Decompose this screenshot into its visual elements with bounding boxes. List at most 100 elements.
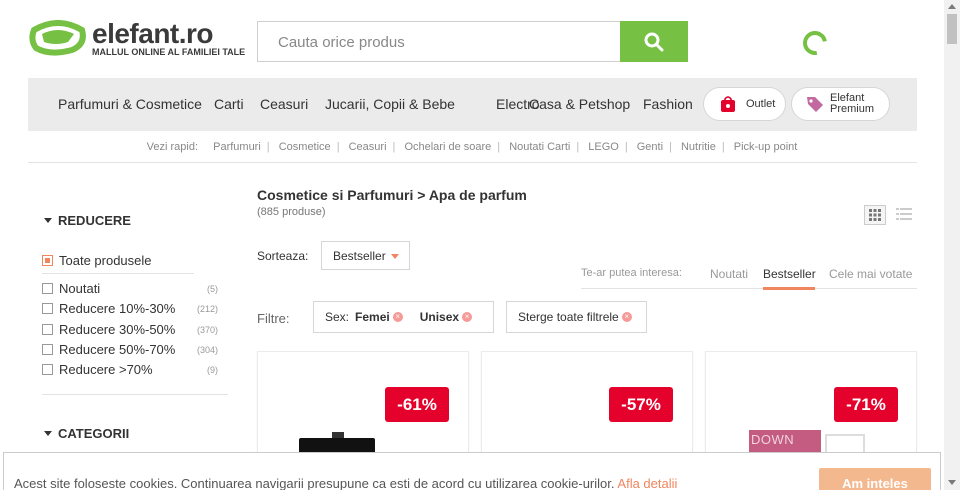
- discount-badge: -71%: [834, 387, 898, 422]
- filter-count: (212): [196, 303, 218, 314]
- scrollbar[interactable]: [944, 0, 960, 490]
- active-tab-indicator: [763, 287, 815, 290]
- quick-link[interactable]: Noutati Carti: [509, 141, 570, 153]
- quick-links-label: Vezi rapid:: [146, 141, 199, 153]
- grid-view-button[interactable]: [864, 205, 886, 225]
- elephant-logo-icon: [29, 20, 86, 56]
- quick-link[interactable]: Cosmetice: [279, 141, 331, 153]
- discount-badge: -57%: [609, 387, 673, 422]
- cookie-accept-button[interactable]: Am inteles: [819, 468, 931, 490]
- all-products-label: Toate produsele: [59, 253, 152, 268]
- sex-value-unisex: Unisex: [419, 310, 460, 324]
- filter-reducere-50-70[interactable]: Reducere 50%-70% (304): [42, 342, 218, 357]
- nav-item-casa[interactable]: Casa & Petshop: [529, 96, 630, 112]
- quick-link[interactable]: Nutritie: [681, 141, 716, 153]
- list-view-button[interactable]: [896, 207, 912, 223]
- checkbox-icon[interactable]: [42, 303, 53, 314]
- search-input[interactable]: Cauta orice produs: [257, 21, 620, 62]
- filter-count: (5): [207, 283, 218, 294]
- logo-text: elefant.ro: [92, 18, 214, 49]
- quick-links: Vezi rapid: Parfumuri | Cosmetice | Ceasur…: [146, 141, 798, 153]
- filter-count: (370): [196, 324, 218, 335]
- outlet-button[interactable]: Outlet: [703, 87, 786, 121]
- breadcrumb[interactable]: Cosmetice si Parfumuri > Apa de parfum: [257, 187, 527, 203]
- main-nav: Parfumuri & Cosmetice Carti Ceasuri Juca…: [28, 78, 917, 131]
- filter-label: Reducere 30%-50%: [59, 322, 176, 337]
- quick-link[interactable]: Ochelari de soare: [404, 141, 491, 153]
- filter-noutati[interactable]: Noutati (5): [42, 281, 218, 296]
- nav-item-parfumuri[interactable]: Parfumuri & Cosmetice: [58, 96, 202, 112]
- cookie-message: Acest site foloseste cookies. Continuare…: [14, 476, 615, 490]
- list-icon: [896, 208, 912, 220]
- tabs-divider: [581, 288, 917, 289]
- reducere-title: REDUCERE: [58, 213, 131, 228]
- filter-label: Reducere >70%: [59, 362, 153, 377]
- tab-cele-mai-votate[interactable]: Cele mai votate: [829, 267, 912, 281]
- remove-filter-icon[interactable]: ×: [462, 312, 473, 322]
- quick-link[interactable]: Parfumuri: [213, 141, 261, 153]
- filter-reducere-10-30[interactable]: Reducere 10%-30% (212): [42, 301, 218, 316]
- quick-link[interactable]: Genti: [637, 141, 663, 153]
- sex-filter-chip: Sex: Femei × Unisex ×: [313, 301, 494, 333]
- search-icon: [644, 32, 664, 51]
- nav-item-fashion[interactable]: Fashion: [643, 96, 693, 112]
- quick-link[interactable]: Pick-up point: [734, 141, 798, 153]
- filter-reducere-70[interactable]: Reducere >70% (9): [42, 362, 218, 377]
- cookie-banner: Acest site foloseste cookies. Continuare…: [3, 452, 941, 490]
- reducere-heading[interactable]: REDUCERE: [44, 213, 131, 228]
- quick-link[interactable]: Ceasuri: [349, 141, 387, 153]
- logo[interactable]: elefant.ro MALLUL ONLINE AL FAMILIEI TAL…: [28, 18, 245, 60]
- filter-count: (9): [207, 364, 218, 375]
- premium-button[interactable]: Elefant Premium: [791, 87, 890, 121]
- nav-item-jucarii[interactable]: Jucarii, Copii & Bebe: [325, 96, 455, 112]
- filter-label: Reducere 50%-70%: [59, 342, 176, 357]
- categorii-title: CATEGORII: [58, 426, 130, 441]
- logo-tagline: MALLUL ONLINE AL FAMILIEI TALE: [92, 47, 246, 57]
- sex-value-femei: Femei: [355, 310, 390, 324]
- checkbox-checked-icon[interactable]: [42, 255, 53, 266]
- categorii-heading[interactable]: CATEGORII: [44, 426, 129, 441]
- nav-item-carti[interactable]: Carti: [214, 96, 244, 112]
- filter-label: Reducere 10%-30%: [59, 301, 176, 316]
- sort-select[interactable]: Bestseller: [321, 241, 410, 270]
- all-products-filter[interactable]: Toate produsele: [42, 253, 152, 268]
- cookie-details-link[interactable]: Afla detalii: [617, 476, 677, 490]
- cookie-text: Acest site foloseste cookies. Continuare…: [14, 476, 677, 490]
- premium-label-line2: Premium: [830, 103, 875, 115]
- checkbox-icon[interactable]: [42, 344, 53, 355]
- search-button[interactable]: [620, 21, 688, 62]
- filters-label: Filtre:: [257, 311, 290, 326]
- premium-label: Elefant Premium: [830, 93, 874, 115]
- divider: [28, 162, 917, 163]
- checkbox-icon[interactable]: [42, 364, 53, 375]
- scroll-up-arrow-icon[interactable]: [948, 4, 956, 9]
- sort-label: Sorteaza:: [257, 249, 309, 263]
- loading-spinner-icon: [798, 26, 832, 60]
- sort-value: Bestseller: [333, 248, 386, 263]
- scrollbar-thumb[interactable]: [947, 14, 957, 44]
- checkbox-icon[interactable]: [42, 324, 53, 335]
- tab-noutati[interactable]: Noutati: [710, 267, 748, 281]
- caret-down-icon: [44, 431, 52, 436]
- checkbox-icon[interactable]: [42, 283, 53, 294]
- dropdown-arrow-icon: [391, 254, 399, 259]
- shopping-bag-icon: [721, 96, 735, 112]
- nav-item-ceasuri[interactable]: Ceasuri: [260, 96, 308, 112]
- discount-badge: -61%: [385, 387, 449, 422]
- scroll-down-arrow-icon[interactable]: [948, 480, 956, 485]
- remove-filter-icon[interactable]: ×: [392, 312, 403, 322]
- sex-label: Sex:: [325, 310, 350, 324]
- filter-label: Noutati: [59, 281, 101, 296]
- caret-down-icon: [44, 218, 52, 223]
- clear-filters-button[interactable]: Sterge toate filtrele ×: [506, 301, 647, 333]
- divider: [42, 394, 228, 395]
- filter-reducere-30-50[interactable]: Reducere 30%-50% (370): [42, 322, 218, 337]
- grid-icon: [869, 209, 881, 221]
- tab-bestseller[interactable]: Bestseller: [763, 267, 816, 281]
- product-image-text: DOWN: [751, 432, 795, 447]
- divider: [42, 273, 194, 274]
- tag-icon: [807, 97, 823, 112]
- quick-link[interactable]: LEGO: [588, 141, 619, 153]
- outlet-label: Outlet: [746, 97, 776, 110]
- interest-label: Te-ar putea interesa:: [581, 267, 682, 279]
